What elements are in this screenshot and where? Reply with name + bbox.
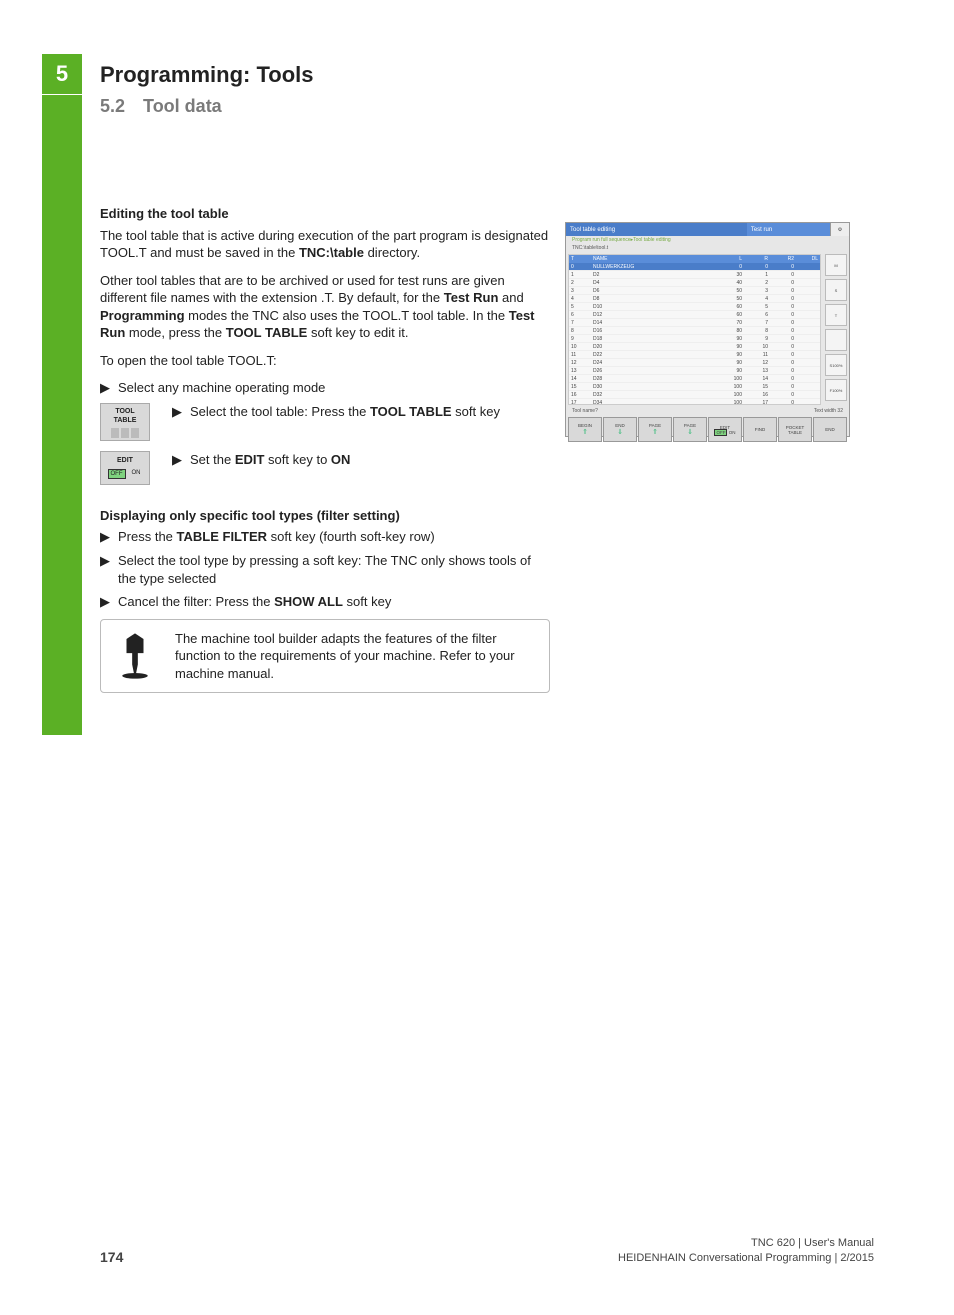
triangle-icon: ▶ — [100, 552, 118, 587]
para-3: To open the tool table TOOL.T: — [100, 352, 550, 370]
fig-softkey[interactable]: POCKET TABLE — [778, 417, 812, 442]
triangle-icon: ▶ — [100, 379, 118, 397]
bullet-filter-2: ▶ Select the tool type by pressing a sof… — [100, 552, 550, 587]
fig-title-right: Test run — [747, 223, 830, 236]
fig-path: TNC:\table\tool.t — [566, 244, 849, 252]
fig-side-panel — [825, 329, 847, 351]
fig-softkey[interactable]: END — [813, 417, 847, 442]
table-row: 6D126060 — [569, 311, 820, 319]
table-row: 7D147070 — [569, 319, 820, 327]
fig-status-right: Text width 32 — [814, 408, 843, 414]
edit-off: OFF — [108, 469, 126, 479]
footer-meta: TNC 620 | User's Manual HEIDENHAIN Conve… — [618, 1236, 874, 1265]
fig-softkey[interactable]: BEGIN⇑ — [568, 417, 602, 442]
table-row: 4D85040 — [569, 295, 820, 303]
fig-side-panel: M — [825, 254, 847, 276]
heading-filter: Displaying only specific tool types (fil… — [100, 507, 550, 525]
footer: 174 TNC 620 | User's Manual HEIDENHAIN C… — [100, 1236, 874, 1265]
table-row: 15D30100150 — [569, 383, 820, 391]
left-strip — [42, 95, 82, 735]
fig-side-panel: F100% — [825, 379, 847, 401]
fig-softkey[interactable]: EDITOFF ON — [708, 417, 742, 442]
table-row: 14D28100140 — [569, 375, 820, 383]
fig-breadcrumb: Program run full sequence▸Tool table edi… — [566, 236, 849, 244]
fig-side-panel: T — [825, 304, 847, 326]
edit-on: ON — [130, 469, 143, 479]
bullet-filter-3: ▶ Cancel the filter: Press the SHOW ALL … — [100, 593, 550, 611]
fig-side-panel: S100% — [825, 354, 847, 376]
section-title: 5.2Tool data — [100, 96, 874, 117]
para-1: The tool table that is active during exe… — [100, 227, 550, 262]
table-row: 10D2090100 — [569, 343, 820, 351]
bullet-select-mode: ▶ Select any machine operating mode — [100, 379, 550, 397]
table-row: 5D106050 — [569, 303, 820, 311]
fig-softkey[interactable]: PAGE⇓ — [673, 417, 707, 442]
triangle-icon: ▶ — [172, 451, 190, 469]
page-number: 174 — [100, 1249, 123, 1265]
chapter-tab: 5 — [42, 54, 82, 94]
para-2: Other tool tables that are to be archive… — [100, 272, 550, 342]
fig-title-left: Tool table editing — [566, 223, 747, 236]
note-text: The machine tool builder adapts the feat… — [175, 630, 539, 683]
table-row: 3D65030 — [569, 287, 820, 295]
fig-softkey[interactable]: END⇓ — [603, 417, 637, 442]
fig-softkey[interactable]: PAGE⇑ — [638, 417, 672, 442]
softkey-row-edit: EDIT OFF ON ▶ Set the EDIT soft key to O… — [100, 451, 550, 485]
machine-icon — [111, 630, 159, 683]
table-row: 12D2490120 — [569, 359, 820, 367]
fig-status-left: Tool name? — [572, 408, 598, 414]
screenshot-tool-table: Tool table editing Test run ⚙ Program ru… — [565, 222, 850, 437]
table-row: 16D32100160 — [569, 391, 820, 399]
softkey-edit[interactable]: EDIT OFF ON — [100, 451, 150, 485]
fig-side-panel: S — [825, 279, 847, 301]
table-row: 1D23010 — [569, 271, 820, 279]
table-row: 13D2690130 — [569, 367, 820, 375]
heading-editing: Editing the tool table — [100, 205, 550, 223]
note-box: The machine tool builder adapts the feat… — [100, 619, 550, 694]
fig-table: T NAME L R R2 DL 0NULLWERKZEUG0001D23010… — [568, 254, 821, 405]
table-row: 17D34100170 — [569, 399, 820, 405]
chapter-title: Programming: Tools — [100, 62, 874, 88]
table-row: 11D2290110 — [569, 351, 820, 359]
table-row: 8D168080 — [569, 327, 820, 335]
fig-softkey[interactable]: FIND — [743, 417, 777, 442]
triangle-icon: ▶ — [100, 528, 118, 546]
table-row: 0NULLWERKZEUG000 — [569, 263, 820, 271]
triangle-icon: ▶ — [100, 593, 118, 611]
main-content: Editing the tool table The tool table th… — [100, 205, 550, 693]
softkey-row-tool-table: TOOL TABLE ▶ Select the tool table: Pres… — [100, 403, 550, 441]
softkey-tool-table[interactable]: TOOL TABLE — [100, 403, 150, 441]
triangle-icon: ▶ — [172, 403, 190, 421]
bullet-filter-1: ▶ Press the TABLE FILTER soft key (fourt… — [100, 528, 550, 546]
table-row: 2D44020 — [569, 279, 820, 287]
table-row: 9D189090 — [569, 335, 820, 343]
page-header: Programming: Tools 5.2Tool data — [100, 62, 874, 117]
gear-icon: ⚙ — [830, 223, 849, 236]
